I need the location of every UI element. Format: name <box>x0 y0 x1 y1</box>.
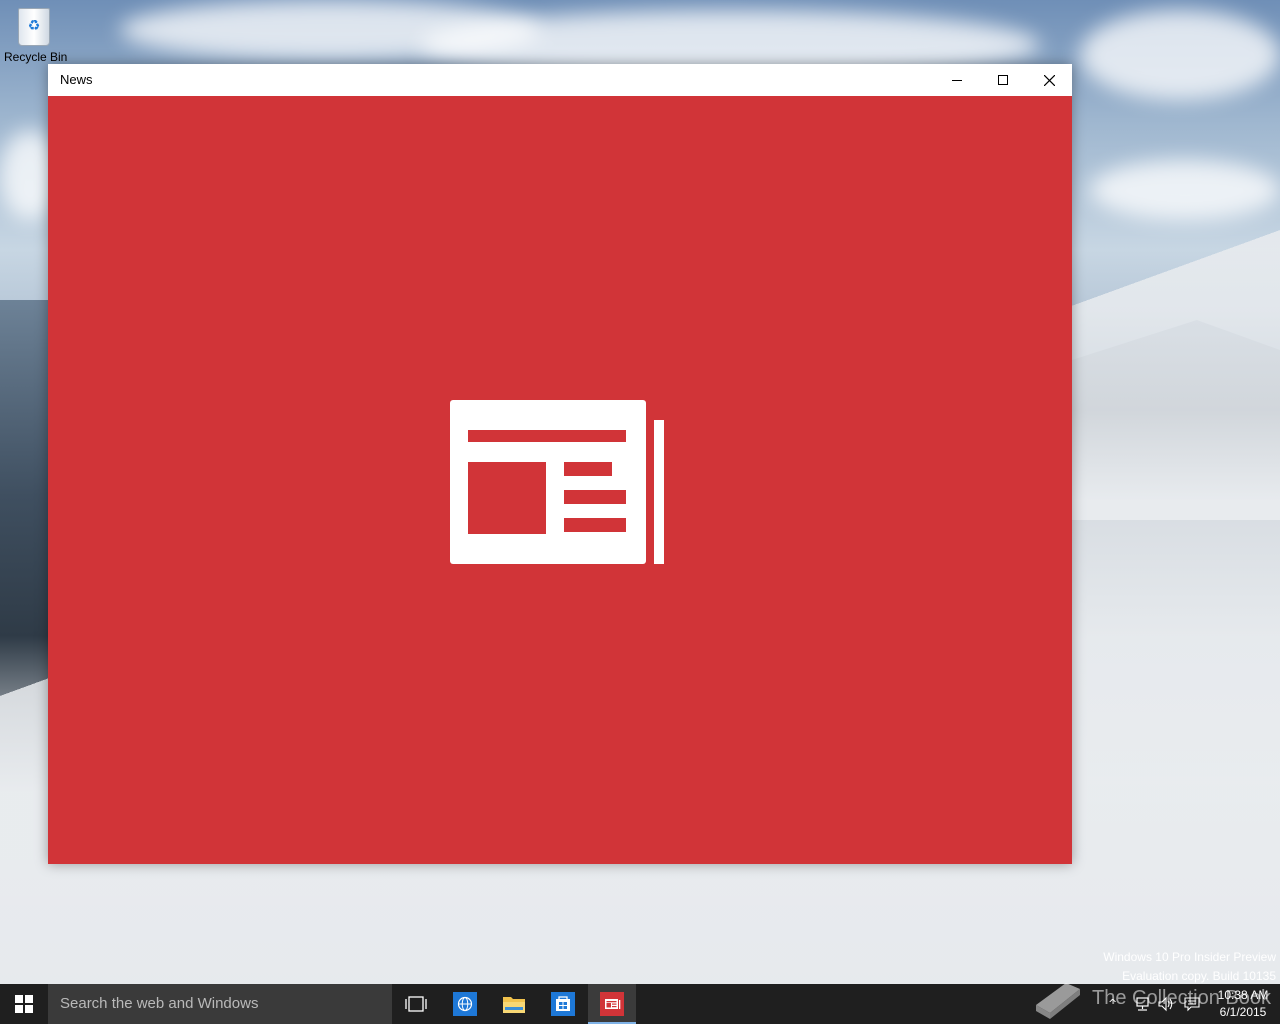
folder-icon <box>503 997 525 1013</box>
collection-book-overlay: The Collection Book <box>1030 975 1271 1019</box>
splash-screen <box>48 96 1072 864</box>
start-button[interactable] <box>0 984 48 1024</box>
maximize-button[interactable] <box>980 64 1026 96</box>
newspaper-icon <box>600 992 624 1016</box>
minimize-button[interactable] <box>934 64 980 96</box>
store-icon <box>551 992 575 1016</box>
window-title: News <box>60 72 93 87</box>
task-view-button[interactable] <box>392 984 440 1024</box>
close-icon <box>1043 74 1055 86</box>
globe-icon <box>453 992 477 1016</box>
recycle-bin-icon: ♻ <box>18 8 50 46</box>
windows-logo-icon <box>15 995 33 1013</box>
watermark-line-1: Windows 10 Pro Insider Preview <box>1103 950 1276 964</box>
file-explorer-button[interactable] <box>490 984 538 1024</box>
news-app-window: News <box>48 64 1072 864</box>
minimize-icon <box>952 80 962 81</box>
title-bar[interactable]: News <box>48 64 1072 97</box>
recycle-bin-label: Recycle Bin <box>4 50 68 64</box>
recycle-bin-desktop-icon[interactable]: ♻ Recycle Bin <box>4 8 68 64</box>
maximize-icon <box>998 75 1008 85</box>
news-taskbar-button[interactable] <box>588 984 636 1024</box>
book-icon <box>1036 983 1080 1019</box>
store-button[interactable] <box>539 984 587 1024</box>
edge-browser-button[interactable] <box>441 984 489 1024</box>
collection-book-text: The Collection Book <box>1092 987 1271 1009</box>
newspaper-icon <box>450 400 664 564</box>
search-input[interactable]: Search the web and Windows <box>48 984 392 1024</box>
close-button[interactable] <box>1026 64 1072 96</box>
task-view-icon <box>405 996 427 1012</box>
